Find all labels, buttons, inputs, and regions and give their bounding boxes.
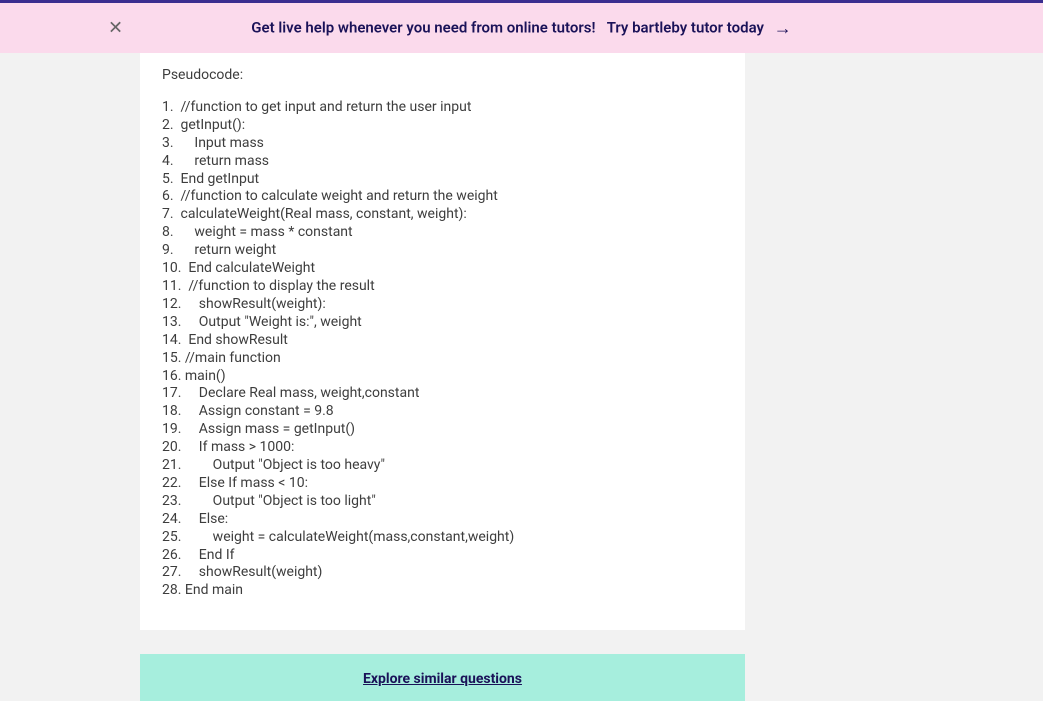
banner-text-container[interactable]: Get live help whenever you need from onl… xyxy=(0,18,1043,39)
promo-banner: ✕ Get live help whenever you need from o… xyxy=(0,3,1043,53)
code-line: 8. weight = mass * constant xyxy=(162,224,723,242)
code-line: 11. //function to display the result xyxy=(162,278,723,296)
code-line: 22. Else If mass < 10: xyxy=(162,475,723,493)
code-line: 27. showResult(weight) xyxy=(162,564,723,582)
code-line: 1. //function to get input and return th… xyxy=(162,99,723,117)
pseudocode-lines: 1. //function to get input and return th… xyxy=(162,99,723,600)
code-line: 14. End showResult xyxy=(162,332,723,350)
explore-banner: Explore similar questions xyxy=(140,654,745,701)
code-line: 7. calculateWeight(Real mass, constant, … xyxy=(162,206,723,224)
pseudocode-title: Pseudocode: xyxy=(162,67,723,85)
code-line: 10. End calculateWeight xyxy=(162,260,723,278)
code-line: 13. Output "Weight is:", weight xyxy=(162,314,723,332)
code-line: 21. Output "Object is too heavy" xyxy=(162,457,723,475)
explore-similar-link[interactable]: Explore similar questions xyxy=(363,671,522,687)
content-wrapper: Pseudocode: 1. //function to get input a… xyxy=(140,53,745,630)
code-line: 12. showResult(weight): xyxy=(162,296,723,314)
code-line: 18. Assign constant = 9.8 xyxy=(162,403,723,421)
code-line: 25. weight = calculateWeight(mass,consta… xyxy=(162,529,723,547)
code-line: 4. return mass xyxy=(162,153,723,171)
code-line: 26. End If xyxy=(162,547,723,565)
code-line: 5. End getInput xyxy=(162,171,723,189)
code-line: 23. Output "Object is too light" xyxy=(162,493,723,511)
code-line: 15. //main function xyxy=(162,350,723,368)
code-line: 6. //function to calculate weight and re… xyxy=(162,188,723,206)
banner-cta-text: Try bartleby tutor today xyxy=(607,18,764,36)
code-line: 28. End main xyxy=(162,582,723,600)
code-line: 2. getInput(): xyxy=(162,117,723,135)
code-line: 20. If mass > 1000: xyxy=(162,439,723,457)
arrow-right-icon: → xyxy=(774,18,792,39)
banner-main-text: Get live help whenever you need from onl… xyxy=(251,18,595,36)
code-line: 9. return weight xyxy=(162,242,723,260)
pseudocode-card: Pseudocode: 1. //function to get input a… xyxy=(140,53,745,630)
code-line: 3. Input mass xyxy=(162,135,723,153)
banner-cta-text xyxy=(599,18,606,36)
close-icon[interactable]: ✕ xyxy=(108,18,123,39)
code-line: 19. Assign mass = getInput() xyxy=(162,421,723,439)
code-line: 24. Else: xyxy=(162,511,723,529)
code-line: 17. Declare Real mass, weight,constant xyxy=(162,385,723,403)
code-line: 16. main() xyxy=(162,368,723,386)
